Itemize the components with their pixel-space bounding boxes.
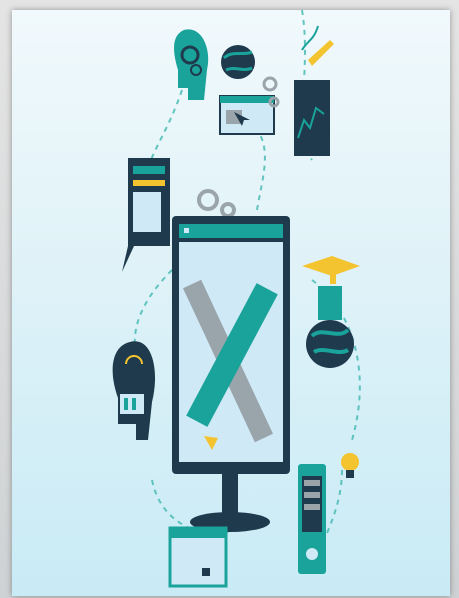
illustration-canvas — [12, 10, 450, 596]
phone-icon — [298, 464, 326, 574]
globe-icon — [221, 45, 255, 79]
package-box-icon — [168, 526, 228, 588]
code-card-icon — [122, 158, 170, 272]
chart-pen-icon — [294, 25, 334, 156]
idea-head-icon — [112, 341, 156, 440]
image-frame — [0, 0, 459, 598]
head-gears-icon — [174, 29, 209, 101]
graduation-globe-icon — [302, 256, 360, 368]
lightbulb-icon — [341, 453, 359, 478]
browser-window-icon — [219, 95, 275, 135]
illustration-svg — [112, 10, 361, 588]
gear-icon — [197, 189, 236, 218]
